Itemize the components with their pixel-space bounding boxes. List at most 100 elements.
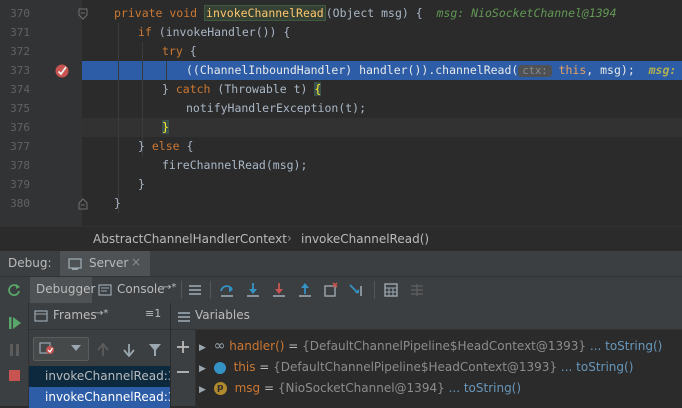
caret-line-highlight — [82, 118, 682, 137]
tab-console-label[interactable]: Console — [117, 282, 165, 296]
toolbar-divider — [210, 281, 211, 299]
code-text: (invokeHandler()) { — [158, 25, 291, 39]
code-line-379[interactable]: } — [138, 175, 145, 194]
code-text: } — [138, 177, 145, 191]
frame-item[interactable]: invokeChannelRead:3 — [29, 366, 170, 387]
tab-debugger-label[interactable]: Debugger — [36, 282, 95, 296]
line-number: 379 — [10, 178, 30, 191]
variable-value: {DefaultChannelPipeline$HeadContext@1393… — [273, 360, 558, 374]
code-line-378[interactable]: fireChannelRead(msg); — [162, 156, 307, 175]
keyword: if — [138, 25, 159, 39]
expand-arrow-icon[interactable]: ▶ — [199, 343, 206, 353]
arrow-down-icon[interactable] — [123, 343, 135, 357]
to-string-link[interactable]: ... toString() — [449, 381, 521, 395]
frames-panel: Frames →* ≡1 invokeChannelRead:3 invokeC… — [29, 303, 171, 408]
remove-watch-icon[interactable] — [177, 366, 189, 378]
frames-pin[interactable]: →* — [95, 308, 108, 319]
keyword: private void — [114, 6, 205, 20]
code-line-374[interactable]: } catch (Throwable t) { — [162, 80, 322, 99]
breadcrumb-class[interactable]: AbstractChannelHandlerContext — [93, 232, 287, 246]
code-line-376[interactable]: } — [162, 118, 169, 137]
code-line-380[interactable]: } — [114, 194, 121, 213]
variable-eq: = — [284, 339, 303, 353]
step-into-icon[interactable] — [245, 282, 261, 298]
keyword: try — [162, 44, 190, 58]
code-text: } — [114, 196, 121, 210]
code-text: fireChannelRead(msg); — [162, 158, 308, 172]
expand-arrow-icon[interactable]: ▶ — [199, 385, 206, 395]
line-number: 372 — [10, 45, 30, 58]
parameter-hint: ctx: — [518, 65, 552, 77]
force-step-into-icon[interactable] — [271, 282, 287, 298]
keyword: this — [558, 63, 587, 77]
frame-item-selected[interactable]: invokeChannelRead:3 — [29, 387, 170, 408]
drop-frame-icon[interactable] — [323, 282, 339, 298]
close-icon[interactable]: × — [131, 255, 141, 269]
object-icon — [213, 361, 226, 374]
line-number: 371 — [10, 26, 30, 39]
code-line-371[interactable]: if (invokeHandler()) { — [138, 23, 290, 42]
code-text: } — [162, 82, 176, 96]
code-editor[interactable]: 370 371 372 373 374 375 376 377 378 379 … — [0, 0, 682, 226]
expand-arrow-icon[interactable]: ▶ — [199, 364, 206, 374]
code-line-375[interactable]: notifyHandlerException(t); — [186, 99, 366, 118]
variable-name: handler() — [229, 339, 285, 353]
step-over-icon[interactable] — [219, 282, 235, 298]
code-line-377[interactable]: } else { — [138, 137, 193, 156]
menu-icon[interactable] — [188, 283, 202, 297]
toolbar-divider — [181, 281, 182, 299]
matched-brace: } — [162, 120, 169, 134]
variables-icon — [178, 312, 190, 322]
line-number: 378 — [10, 159, 30, 172]
code-text: , msg); — [586, 63, 635, 77]
debug-side-toolbar — [0, 303, 29, 406]
variables-panel: Variables ▶ ∞ handler() = {DefaultChanne… — [171, 303, 682, 406]
breakpoint-icon[interactable] — [54, 63, 70, 79]
code-line-372[interactable]: try { — [162, 42, 197, 61]
add-watch-icon[interactable] — [177, 341, 189, 353]
method-name: invokeChannelRead — [204, 5, 326, 21]
variable-row[interactable]: ▶ this = {DefaultChannelPipeline$HeadCon… — [199, 357, 633, 378]
variable-value: {DefaultChannelPipeline$HeadContext@1393… — [302, 339, 587, 353]
fold-marker-icon[interactable] — [78, 198, 88, 210]
rerun-icon[interactable] — [7, 283, 21, 297]
breadcrumb: AbstractChannelHandlerContext › invokeCh… — [0, 226, 682, 251]
code-text: { — [186, 139, 194, 153]
line-number: 380 — [10, 197, 30, 210]
code-line-373[interactable]: ((ChannelInboundHandler) handler()).chan… — [186, 61, 682, 80]
evaluate-expression-icon[interactable] — [383, 282, 399, 298]
to-string-link[interactable]: ... toString() — [590, 339, 662, 353]
chevron-down-icon[interactable] — [71, 345, 81, 351]
trace-icon[interactable] — [409, 282, 425, 298]
pause-icon[interactable] — [8, 343, 22, 357]
matched-brace: { — [314, 82, 322, 96]
console-icon — [98, 284, 112, 296]
breadcrumb-method[interactable]: invokeChannelRead() — [301, 232, 429, 246]
code-text: (Object msg) { — [325, 6, 423, 20]
filter-icon[interactable] — [148, 343, 162, 357]
line-number: 376 — [10, 121, 30, 134]
variable-row[interactable]: ▶ p msg = {NioSocketChannel@1394} ... to… — [199, 378, 521, 399]
frames-counter-value: 1 — [154, 307, 162, 320]
fold-marker-icon[interactable] — [78, 8, 88, 20]
tab-console-pin[interactable]: →* — [163, 282, 176, 293]
run-to-cursor-icon[interactable] — [349, 282, 365, 298]
variable-eq: = — [260, 381, 278, 395]
variable-row[interactable]: ▶ ∞ handler() = {DefaultChannelPipeline$… — [199, 336, 662, 357]
tab-server-label[interactable]: Server — [89, 256, 128, 270]
to-string-link[interactable]: ... toString() — [561, 360, 633, 374]
variable-name: msg — [234, 381, 261, 395]
code-text: ((ChannelInboundHandler) handler()).chan… — [186, 63, 519, 77]
debug-tool-window-header: Debug: Server × — [0, 250, 682, 277]
frames-counter: ≡1 — [145, 307, 162, 320]
stop-icon[interactable] — [8, 369, 22, 383]
line-number: 370 — [10, 7, 30, 20]
step-out-icon[interactable] — [297, 282, 313, 298]
arrow-up-icon[interactable] — [97, 343, 109, 357]
code-line-370[interactable]: private void invokeChannelRead (Object ms… — [114, 4, 617, 23]
watch-infinity-icon: ∞ — [213, 338, 226, 354]
frame-label: invokeChannelRead:3 — [45, 390, 170, 404]
resume-icon[interactable] — [8, 316, 22, 330]
variable-name: this — [233, 360, 256, 374]
indent-guide — [166, 61, 167, 80]
